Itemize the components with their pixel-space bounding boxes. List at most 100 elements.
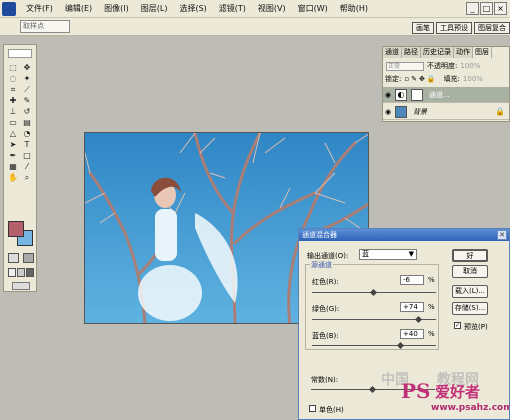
menu-edit[interactable]: 编辑(E) xyxy=(65,3,92,14)
quick-mask-icon[interactable] xyxy=(23,253,34,263)
blur-tool-icon[interactable]: △ xyxy=(7,129,19,139)
type-tool-icon[interactable]: T xyxy=(21,140,33,150)
layer-name: 背景 xyxy=(413,107,427,116)
slice-tool-icon[interactable]: ⟋ xyxy=(21,85,33,95)
blue-slider[interactable] xyxy=(312,345,436,346)
eraser-tool-icon[interactable]: ▭ xyxy=(7,118,19,128)
green-value-input[interactable]: +74 xyxy=(400,302,424,312)
marquee-tool-icon[interactable]: ⬚ xyxy=(7,63,19,73)
source-channels-label: 源通道 xyxy=(310,260,333,270)
opacity-value[interactable]: 100% xyxy=(460,62,480,70)
output-channel-value: 蓝 xyxy=(362,250,369,258)
brush-tool-icon[interactable]: ✎ xyxy=(21,96,33,106)
screen-mode-standard-icon[interactable] xyxy=(8,268,16,277)
constant-slider-knob[interactable] xyxy=(368,385,377,394)
menu-view[interactable]: 视图(V) xyxy=(258,3,286,14)
sample-point-select[interactable]: 取样点 xyxy=(20,20,70,33)
watermark-url: www.psahz.com xyxy=(431,403,510,413)
menu-layer[interactable]: 图层(L) xyxy=(141,3,168,14)
tab-paths[interactable]: 路径 xyxy=(402,47,421,58)
preview-checkbox[interactable]: ✓ xyxy=(454,322,461,329)
lasso-tool-icon[interactable]: ◌ xyxy=(7,74,19,84)
menu-image[interactable]: 图像(I) xyxy=(104,3,129,14)
tab-tool-presets[interactable]: 工具预设 xyxy=(436,22,472,34)
monochrome-label: 单色(H) xyxy=(319,406,344,414)
standard-mode-icon[interactable] xyxy=(8,253,19,263)
layer-row-channel-mixer[interactable]: ◉ ◐ 通道... xyxy=(383,87,509,103)
tab-history[interactable]: 历史记录 xyxy=(421,47,454,58)
green-label: 绿色(G): xyxy=(312,305,340,313)
constant-label: 常数(N): xyxy=(311,376,339,384)
blend-mode-select[interactable]: 正常 xyxy=(386,61,424,71)
tab-layers[interactable]: 图层 xyxy=(473,47,492,58)
healing-brush-icon[interactable]: ✚ xyxy=(7,96,19,106)
tab-channels[interactable]: 通道 xyxy=(383,47,402,58)
load-button[interactable]: 载入(L)... xyxy=(452,285,488,298)
magic-wand-icon[interactable]: ✦ xyxy=(21,74,33,84)
screen-mode-full-icon[interactable] xyxy=(17,268,25,277)
blue-slider-knob[interactable] xyxy=(396,341,405,350)
notes-tool-icon[interactable]: ▦ xyxy=(7,162,19,172)
history-brush-icon[interactable]: ↺ xyxy=(21,107,33,117)
menu-bar: 文件(F) 编辑(E) 图像(I) 图层(L) 选择(S) 滤镜(T) 视图(V… xyxy=(0,0,510,18)
eye-icon[interactable]: ◉ xyxy=(383,91,393,99)
green-slider-knob[interactable] xyxy=(414,315,423,324)
save-button[interactable]: 存储(S)... xyxy=(452,302,488,315)
red-value-input[interactable]: -6 xyxy=(400,275,424,285)
dodge-tool-icon[interactable]: ◔ xyxy=(21,129,33,139)
tab-layer-comps[interactable]: 图层复合 xyxy=(474,22,510,34)
red-label: 红色(R): xyxy=(312,278,339,286)
menu-filter[interactable]: 滤镜(T) xyxy=(219,3,246,14)
preview-label: 预览(P) xyxy=(464,323,488,331)
layers-panel: 通道 路径 历史记录 动作 图层 正常 不透明度: 100% 锁定: ▫✎✥🔒 … xyxy=(382,46,510,122)
output-channel-select[interactable]: 蓝 ▼ xyxy=(359,249,417,260)
percent-sign: % xyxy=(428,303,435,311)
cancel-button[interactable]: 取消 xyxy=(452,265,488,278)
zoom-tool-icon[interactable]: ⌕ xyxy=(21,173,33,183)
tab-brushes[interactable]: 画笔 xyxy=(412,22,434,34)
eyedropper-icon[interactable]: ⁄ xyxy=(21,162,33,172)
menu-select[interactable]: 选择(S) xyxy=(179,3,206,14)
dialog-titlebar: 通道混合器 ✕ xyxy=(299,229,509,241)
menu-window[interactable]: 窗口(W) xyxy=(298,3,328,14)
menu-file[interactable]: 文件(F) xyxy=(26,3,53,14)
monochrome-checkbox[interactable] xyxy=(309,405,316,412)
opacity-label: 不透明度: xyxy=(427,62,458,70)
dialog-close-button[interactable]: ✕ xyxy=(497,230,507,240)
photoshop-logo-icon xyxy=(2,1,16,16)
minimize-button[interactable]: _ xyxy=(466,2,479,15)
lock-icons[interactable]: ▫✎✥🔒 xyxy=(404,75,437,83)
shape-tool-icon[interactable]: □ xyxy=(21,151,33,161)
blue-value-input[interactable]: +40 xyxy=(400,329,424,339)
blue-label: 蓝色(B): xyxy=(312,332,339,340)
tab-actions[interactable]: 动作 xyxy=(454,47,473,58)
foreground-color-swatch[interactable] xyxy=(8,221,24,237)
fill-label: 填充: xyxy=(443,75,460,83)
gradient-tool-icon[interactable]: ▤ xyxy=(21,118,33,128)
hand-tool-icon[interactable]: ✋ xyxy=(7,173,19,183)
red-slider-knob[interactable] xyxy=(369,288,378,297)
toolbox: ⬚ ✥ ◌ ✦ ⌗ ⟋ ✚ ✎ ⊥ ↺ ▭ ▤ △ ◔ ➤ T ✒ □ ▦ ⁄ … xyxy=(3,44,37,292)
layer-mask-thumbnail xyxy=(411,88,423,101)
source-channels-group: 源通道 红色(R): -6 % 绿色(G): +74 % 蓝色(B): +40 … xyxy=(305,260,439,350)
menu-help[interactable]: 帮助(H) xyxy=(340,3,368,14)
lock-label: 锁定: xyxy=(385,75,402,83)
adjustment-layer-icon: ◐ xyxy=(395,88,407,101)
layer-thumbnail xyxy=(395,105,407,118)
close-button[interactable]: × xyxy=(494,2,507,15)
eye-icon[interactable]: ◉ xyxy=(383,108,393,116)
screen-mode-black-icon[interactable] xyxy=(26,268,34,277)
maximize-button[interactable]: □ xyxy=(480,2,493,15)
pen-tool-icon[interactable]: ✒ xyxy=(7,151,19,161)
fill-value[interactable]: 100% xyxy=(463,75,483,83)
path-select-icon[interactable]: ➤ xyxy=(7,140,19,150)
ok-button[interactable]: 好 xyxy=(452,249,488,262)
clone-stamp-icon[interactable]: ⊥ xyxy=(7,107,19,117)
jump-to-imageready-icon[interactable] xyxy=(12,282,30,290)
percent-sign: % xyxy=(428,330,435,338)
move-tool-icon[interactable]: ✥ xyxy=(21,63,33,73)
palette-well: 画笔 工具预设 图层复合 xyxy=(410,22,510,34)
channel-mixer-dialog: 通道混合器 ✕ 输出通道(O): 蓝 ▼ 源通道 红色(R): -6 % 绿色(… xyxy=(298,228,510,420)
layer-row-background[interactable]: ◉ 背景 🔒 xyxy=(383,104,509,120)
crop-tool-icon[interactable]: ⌗ xyxy=(7,85,19,95)
